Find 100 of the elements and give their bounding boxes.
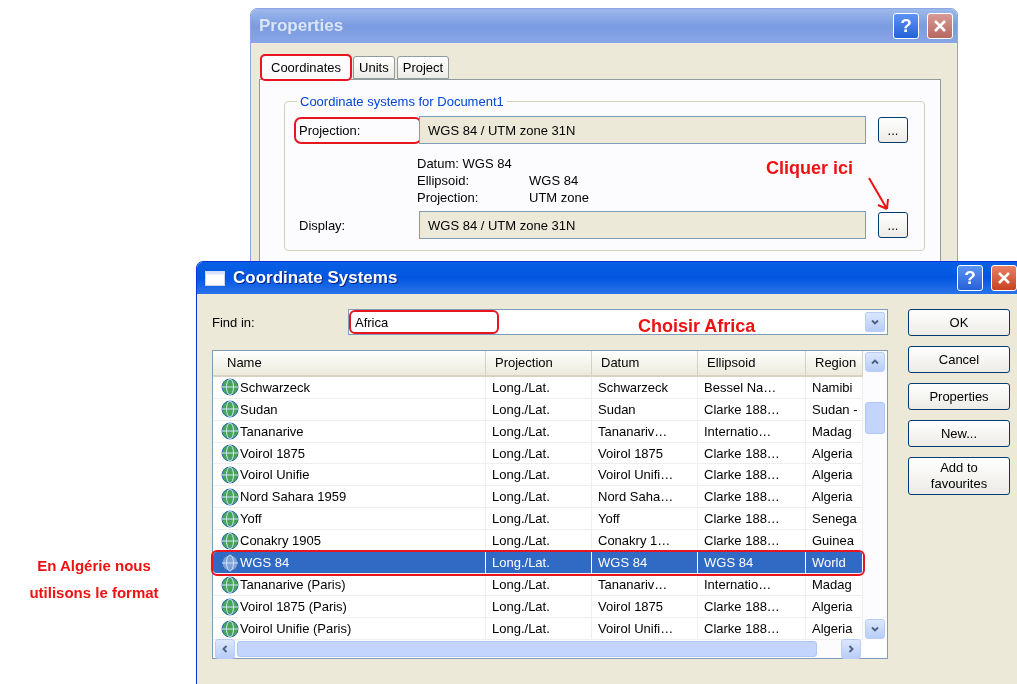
- detail-value: WGS 84: [529, 172, 580, 189]
- read-only-field[interactable]: WGS 84 / UTM zone 31N: [419, 211, 866, 239]
- table-cell: Bessel Na…: [698, 376, 806, 398]
- annotation-text: Choisir Africa: [638, 316, 756, 337]
- globe-icon: [221, 444, 239, 462]
- close-button[interactable]: [991, 265, 1017, 291]
- browse-button[interactable]: ...: [878, 212, 908, 238]
- help-button[interactable]: ?: [957, 265, 983, 291]
- tab[interactable]: Project: [396, 56, 450, 79]
- globe-icon: [221, 619, 239, 638]
- table-cell: Schwarzeck: [592, 376, 698, 398]
- detail-value: UTM zone: [529, 189, 590, 206]
- help-button[interactable]: ?: [893, 13, 919, 39]
- table-cell: Sudan: [592, 398, 698, 420]
- annotation-text: En Algérie nous utilisons le format: [28, 556, 160, 603]
- name-cell: Tananarive (Paris): [240, 577, 346, 593]
- table-row[interactable]: Voirol Unifie (Paris) Long./Lat. Voirol Unifi… Clarke 188… Algeria: [213, 618, 863, 640]
- dropdown-button[interactable]: [865, 312, 885, 332]
- table-row[interactable]: Yoff Long./Lat. Yoff Clarke 188… Senega: [213, 508, 863, 531]
- table-cell: Voirol Unifi…: [592, 464, 698, 486]
- table-cell: Long./Lat.: [486, 486, 592, 508]
- table-row[interactable]: Voirol 1875 Long./Lat. Voirol 1875 Clarke 188… Algeria: [213, 442, 863, 465]
- name-cell: Yoff: [240, 511, 262, 527]
- globe-icon: [221, 531, 239, 550]
- table-cell: Long./Lat.: [486, 508, 592, 530]
- dialog-button[interactable]: OK: [908, 309, 1010, 336]
- table-row[interactable]: Conakry 1905 Long./Lat. Conakry 1… Clarke 188… Guinea: [213, 530, 863, 553]
- table-cell: Long./Lat.: [486, 420, 592, 442]
- column-header[interactable]: Ellipsoid: [698, 351, 806, 375]
- table-cell: Yoff: [592, 508, 698, 530]
- table-cell: Tananariv…: [592, 574, 698, 596]
- globe-icon: [221, 575, 239, 594]
- horizontal-scrollbar[interactable]: [213, 640, 863, 658]
- table-cell: Internatio…: [698, 420, 806, 442]
- find-in-field[interactable]: Africa: [351, 312, 497, 332]
- globe-icon: [221, 553, 239, 572]
- detail-text: Datum: WGS 84: [417, 155, 512, 172]
- table-cell: Long./Lat.: [486, 596, 592, 618]
- name-cell: Voirol Unifie (Paris): [240, 621, 352, 636]
- table-cell: Tananariv…: [592, 420, 698, 442]
- name-cell: Tananarive: [240, 423, 304, 439]
- name-cell: Voirol 1875: [240, 445, 306, 461]
- detail-label: Projection:: [417, 189, 479, 206]
- table-row[interactable]: Voirol Unifie Long./Lat. Voirol Unifi… Clarke 188… Algeria: [213, 464, 863, 487]
- table-cell: Long./Lat.: [486, 464, 592, 486]
- vertical-scrollbar[interactable]: [863, 351, 887, 640]
- browse-button[interactable]: ...: [878, 117, 908, 143]
- table-cell: World: [806, 552, 863, 574]
- table-cell: Clarke 188…: [698, 442, 806, 464]
- table-row[interactable]: Sudan Long./Lat. Sudan Clarke 188… Sudan -: [213, 398, 863, 421]
- close-button[interactable]: [927, 13, 953, 39]
- table-row[interactable]: Voirol 1875 (Paris) Long./Lat. Voirol 1875 Clarke 188… Algeria: [213, 596, 863, 619]
- table-cell: Nord Saha…: [592, 486, 698, 508]
- globe-icon: [221, 597, 239, 616]
- column-header[interactable]: Name: [213, 351, 486, 375]
- table-cell: Long./Lat.: [486, 552, 592, 574]
- field-label: Find in:: [212, 314, 256, 330]
- table-cell: WGS 84: [698, 552, 806, 574]
- name-cell: WGS 84: [240, 555, 290, 571]
- annotation-text: Cliquer ici: [766, 158, 854, 179]
- table-row[interactable]: Schwarzeck Long./Lat. Schwarzeck Bessel Na… Namibi: [213, 376, 863, 399]
- table-cell: Clarke 188…: [698, 398, 806, 420]
- name-cell: Voirol Unifie: [240, 467, 310, 483]
- scrollbar-thumb[interactable]: [865, 402, 885, 434]
- table-cell: Voirol 1875: [592, 596, 698, 618]
- dialog-button[interactable]: Properties: [908, 383, 1010, 410]
- table-cell: Voirol Unifi…: [592, 618, 698, 639]
- close-icon: [996, 270, 1012, 286]
- table-cell: Clarke 188…: [698, 618, 806, 639]
- dialog-button[interactable]: Cancel: [908, 346, 1010, 373]
- table-cell: Clarke 188…: [698, 596, 806, 618]
- close-icon: [932, 18, 948, 34]
- globe-icon: [221, 465, 239, 484]
- tab[interactable]: Coordinates: [261, 55, 352, 80]
- dialog-button[interactable]: New...: [908, 420, 1010, 447]
- table-cell: Long./Lat.: [486, 442, 592, 464]
- column-header[interactable]: Datum: [592, 351, 698, 375]
- table-cell: Internatio…: [698, 574, 806, 596]
- group-title: Coordinate systems for Document1: [299, 94, 505, 109]
- name-cell: Sudan: [240, 401, 278, 417]
- window-title: Coordinate Systems: [233, 268, 399, 288]
- table-cell: Long./Lat.: [486, 618, 592, 639]
- read-only-field[interactable]: WGS 84 / UTM zone 31N: [419, 116, 866, 144]
- table-row[interactable]: WGS 84 Long./Lat. WGS 84 WGS 84 World: [213, 552, 863, 575]
- dialog-button[interactable]: Add to favourites: [908, 457, 1010, 495]
- table-row[interactable]: Tananarive (Paris) Long./Lat. Tananariv… Internatio… Madag: [213, 574, 863, 597]
- globe-icon: [221, 487, 239, 506]
- window-icon: [205, 270, 225, 286]
- table-row[interactable]: Nord Sahara 1959 Long./Lat. Nord Saha… Clarke 188… Algeria: [213, 486, 863, 509]
- column-header[interactable]: Projection: [486, 351, 592, 375]
- scrollbar-thumb[interactable]: [237, 641, 817, 657]
- table-row[interactable]: Tananarive Long./Lat. Tananariv… Internatio… Madag: [213, 420, 863, 443]
- table-cell: Long./Lat.: [486, 574, 592, 596]
- globe-icon: [221, 400, 239, 419]
- name-cell: Schwarzeck: [240, 379, 311, 395]
- tab[interactable]: Units: [353, 56, 395, 79]
- field-label: Projection:: [297, 119, 419, 141]
- name-cell: Nord Sahara 1959: [240, 489, 347, 505]
- table-cell: Long./Lat.: [486, 398, 592, 420]
- field-label: Display:: [298, 216, 347, 235]
